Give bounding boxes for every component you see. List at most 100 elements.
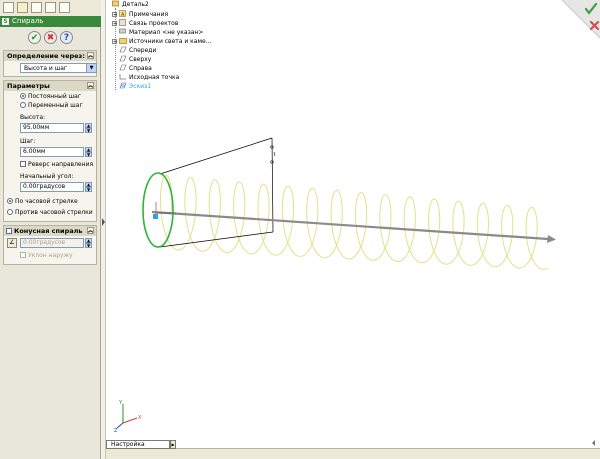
scroll-corner-grip-icon[interactable] — [590, 438, 600, 448]
help-button[interactable]: ? — [60, 31, 73, 44]
svg-text:A: A — [121, 12, 125, 17]
feature-manager-tab-icon[interactable] — [3, 2, 14, 13]
tree-item-origin[interactable]: Исходная точка — [119, 73, 179, 82]
configuration-manager-tab-icon[interactable] — [31, 2, 42, 13]
sketch-icon — [119, 82, 127, 89]
radio-selected-icon[interactable] — [20, 93, 26, 99]
height-spinner[interactable]: ▲ ▼ — [85, 123, 92, 133]
taper-helix-group-header[interactable]: Конусная спираль ︽ — [4, 226, 96, 236]
reverse-direction-checkbox[interactable]: Реверс направления — [20, 160, 93, 169]
expand-icon[interactable]: + — [112, 12, 117, 18]
clockwise-radio[interactable]: По часовой стрелке — [7, 197, 78, 206]
tree-item-label: Источники света и каме... — [129, 38, 212, 45]
spin-down-icon[interactable]: ▼ — [85, 128, 92, 133]
reverse-direction-label: Реверс направления — [28, 161, 94, 168]
tree-item-label: Связь проектов — [129, 20, 179, 27]
taper-checkbox-icon[interactable] — [6, 228, 12, 234]
spin-down-icon[interactable]: ▼ — [85, 187, 92, 192]
collapse-icon[interactable]: ︽ — [87, 227, 94, 234]
property-manager-tab-icon[interactable] — [17, 2, 28, 13]
helix-axis[interactable] — [151, 210, 556, 243]
tree-item-annotations[interactable]: + A Примечания — [112, 10, 168, 19]
taper-angle-input[interactable]: 0.00градусов — [20, 238, 84, 248]
checkbox-icon[interactable] — [20, 252, 26, 258]
tree-item-material[interactable]: Материал <не указан> — [119, 28, 203, 37]
property-manager-panel: S Спираль ✔ ✖ ? Определение через: ︽ Выс… — [0, 0, 101, 459]
feature-tree: Деталь2 + A Примечания + Связь проектов Мат… — [112, 0, 312, 95]
definition-group-title: Определение через: — [7, 52, 85, 60]
taper-angle-icon: ∠ — [7, 238, 17, 248]
pitch-spinner[interactable]: ▲ ▼ — [85, 147, 92, 157]
taper-outward-checkbox[interactable]: Уклон наружу — [20, 251, 73, 260]
folder-icon — [119, 38, 127, 44]
collapse-icon[interactable]: ︽ — [87, 52, 94, 59]
radio-selected-icon[interactable] — [7, 198, 13, 204]
confirmation-corner-graphic — [561, 0, 600, 39]
tree-item-sketch1[interactable]: Эскиз1 — [119, 82, 151, 91]
constant-pitch-radio[interactable]: Постоянный шаг — [20, 92, 81, 101]
display-manager-tab-icon[interactable] — [59, 2, 70, 13]
radio-icon[interactable] — [20, 102, 26, 108]
definition-select-value: Высота и шаг — [24, 65, 68, 72]
radio-icon[interactable] — [7, 209, 13, 215]
definition-group: Определение через: ︽ Высота и шаг ▼ — [3, 50, 97, 77]
variable-pitch-radio[interactable]: Переменный шаг — [20, 101, 83, 110]
chevron-right-icon[interactable]: ▶ — [170, 440, 176, 449]
constant-pitch-label: Постоянный шаг — [28, 93, 81, 100]
start-angle-label: Начальный угол: — [20, 173, 74, 180]
tree-item-design-binder[interactable]: + Связь проектов — [112, 19, 178, 28]
height-label: Высота: — [20, 114, 46, 121]
chevron-down-icon[interactable]: ▼ — [86, 64, 96, 72]
start-angle-spinner[interactable]: ▲ ▼ — [85, 182, 92, 192]
tree-item-label: Эскиз1 — [129, 83, 152, 90]
helix-feature-icon: S — [2, 18, 9, 25]
origin-icon — [119, 74, 126, 80]
taper-angle-spinner[interactable]: ▲ ▼ — [85, 238, 92, 248]
tree-item-top-plane[interactable]: Сверху — [119, 55, 151, 64]
start-angle-input[interactable]: 0.00градусов — [20, 182, 84, 192]
expand-icon[interactable]: + — [112, 21, 117, 27]
plane-icon — [119, 64, 127, 71]
svg-text:Y: Y — [118, 400, 123, 406]
tree-item-label: Примечания — [129, 11, 169, 18]
tree-root-label: Деталь2 — [122, 1, 149, 8]
checkbox-icon[interactable] — [20, 161, 26, 167]
dimxpert-tab-icon[interactable] — [45, 2, 56, 13]
spin-down-icon[interactable]: ▼ — [85, 243, 92, 248]
tree-item-right-plane[interactable]: Справа — [119, 64, 152, 73]
view-triad-icon: Y X Z — [114, 400, 142, 434]
tree-item-lights-cameras[interactable]: + Источники света и каме... — [112, 37, 211, 46]
configuration-tab[interactable]: Настройка ▶ — [106, 440, 176, 449]
spin-down-icon[interactable]: ▼ — [85, 152, 92, 157]
parameters-group-title: Параметры — [7, 82, 50, 90]
confirmation-corner — [561, 0, 600, 39]
dimension-marker-icon — [270, 145, 276, 164]
parameters-group-header[interactable]: Параметры ︽ — [4, 81, 96, 91]
base-circle[interactable] — [142, 172, 174, 248]
taper-helix-title: Конусная спираль — [14, 227, 83, 235]
svg-text:X: X — [138, 415, 142, 421]
panel-title-bar: S Спираль — [0, 16, 101, 27]
panel-title: Спираль — [12, 17, 44, 25]
cancel-button[interactable]: ✖ — [44, 31, 57, 44]
design-binder-icon — [119, 19, 126, 26]
taper-outward-label: Уклон наружу — [28, 252, 73, 259]
counter-clockwise-radio[interactable]: Против часовой стрелки — [7, 208, 93, 217]
tree-item-label: Справа — [129, 65, 152, 72]
tree-item-label: Исходная точка — [129, 74, 180, 81]
panel-actions: ✔ ✖ ? — [0, 29, 101, 47]
ok-button[interactable]: ✔ — [28, 31, 41, 44]
part-icon — [112, 0, 119, 7]
annotations-icon: A — [119, 10, 126, 17]
tree-item-front-plane[interactable]: Спереди — [119, 46, 156, 55]
tree-root[interactable]: Деталь2 — [112, 0, 149, 9]
plane-icon — [119, 55, 127, 62]
pitch-input[interactable]: 6.00мм — [20, 147, 84, 157]
tree-item-label: Спереди — [129, 47, 157, 54]
height-input[interactable]: 95.00мм — [20, 123, 84, 133]
definition-select[interactable]: Высота и шаг ▼ — [20, 63, 97, 73]
collapse-icon[interactable]: ︽ — [87, 82, 94, 89]
definition-group-header[interactable]: Определение через: ︽ — [4, 51, 96, 61]
helix-curve[interactable] — [159, 175, 549, 270]
expand-icon[interactable]: + — [112, 39, 117, 45]
